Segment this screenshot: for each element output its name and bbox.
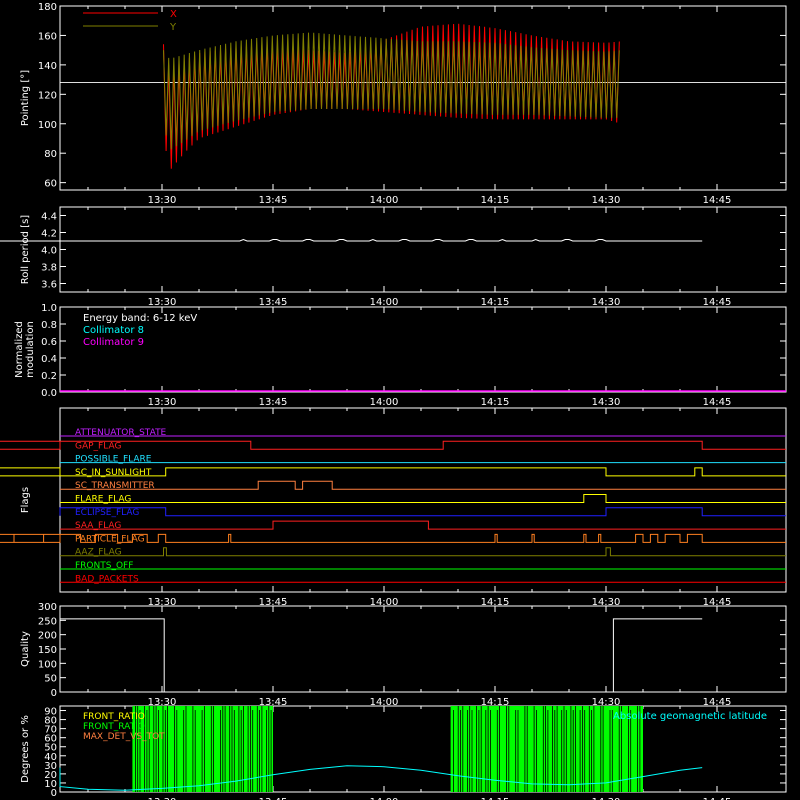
y-tick-label: 4.0 bbox=[41, 246, 57, 257]
x-tick-label: 14:15 bbox=[481, 195, 510, 206]
y-tick-label: 3.8 bbox=[41, 263, 57, 274]
flag-line bbox=[0, 533, 786, 543]
y-axis-label: modulation bbox=[25, 321, 36, 378]
y-axis-label: Quality bbox=[20, 631, 31, 667]
y-tick-label: 100 bbox=[38, 120, 57, 131]
y-tick-label: 180 bbox=[38, 2, 57, 13]
x-tick-label: 13:30 bbox=[148, 297, 177, 308]
x-tick-label: 14:00 bbox=[370, 297, 399, 308]
x-tick-label: 13:30 bbox=[148, 195, 177, 206]
y-axis-label: Normalized bbox=[14, 321, 25, 378]
y-tick-label: 90 bbox=[44, 707, 57, 718]
y-tick-label: 200 bbox=[38, 631, 57, 642]
x-tick-label: 14:30 bbox=[592, 297, 621, 308]
legend-label: Energy band: 6-12 keV bbox=[83, 313, 197, 324]
flag-label: GAP_FLAG bbox=[75, 441, 121, 451]
y-tick-label: 3.6 bbox=[41, 280, 57, 291]
y-tick-label: 0.8 bbox=[41, 320, 57, 331]
panel-1: 13:30 13:45 14:00 14:15 14:30 14:45 3.6 3.8 4.0 4… bbox=[0, 206, 787, 308]
legend-label: FRONT_RATIO bbox=[83, 722, 145, 732]
legend-label: Absolute geomagnetic latitude bbox=[613, 711, 767, 722]
y-tick-label: 250 bbox=[38, 616, 57, 627]
y-tick-label: 0.4 bbox=[41, 354, 57, 365]
panel-3: 13:30 13:45 14:00 14:15 14:30 14:45FlagsATTEN… bbox=[0, 407, 787, 608]
y-axis-label: Roll period [s] bbox=[20, 215, 31, 284]
flag-label: ECLIPSE_FLAG bbox=[75, 508, 139, 518]
y-axis-label: Pointing [°] bbox=[20, 70, 31, 126]
y-tick-label: 140 bbox=[38, 61, 57, 72]
flag-line bbox=[60, 494, 786, 503]
x-tick-label: 13:45 bbox=[259, 397, 288, 408]
flag-line bbox=[60, 547, 786, 557]
x-tick-label: 14:45 bbox=[703, 397, 732, 408]
x-tick-label: 14:15 bbox=[481, 397, 510, 408]
y-tick-label: 50 bbox=[44, 674, 57, 685]
y-tick-label: 300 bbox=[38, 602, 57, 613]
x-tick-label: 13:45 bbox=[259, 297, 288, 308]
y-axis-label: Degrees or % bbox=[20, 715, 31, 783]
chart: 13:30 13:45 14:00 14:15 14:30 14:45 60 80 100 120… bbox=[0, 0, 800, 800]
legend-label: Collimator 8 bbox=[83, 325, 144, 336]
y-tick-label: 160 bbox=[38, 31, 57, 42]
y-tick-label: 0.2 bbox=[41, 371, 57, 382]
x-tick-label: 14:30 bbox=[592, 195, 621, 206]
x-tick-label: 14:00 bbox=[370, 397, 399, 408]
x-tick-label: 13:45 bbox=[259, 195, 288, 206]
y-tick-label: 0.0 bbox=[41, 388, 57, 399]
flag-line bbox=[59, 507, 786, 517]
y-tick-label: 150 bbox=[38, 645, 57, 656]
y-tick-label: 80 bbox=[44, 149, 57, 160]
flag-line bbox=[60, 480, 786, 490]
panel-2: 13:30 13:45 14:00 14:15 14:30 14:45 0.0 0.2 0.4 0… bbox=[14, 303, 787, 408]
panel-4: 13:30 13:45 14:00 14:15 14:30 14:450501001502… bbox=[20, 602, 787, 708]
x-tick-label: 14:15 bbox=[481, 297, 510, 308]
x-tick-label: 14:45 bbox=[703, 195, 732, 206]
y-tick-label: 0.6 bbox=[41, 337, 57, 348]
legend-label: MAX_DET_VS_TOT bbox=[83, 732, 165, 742]
y-tick-label: 0 bbox=[51, 688, 57, 699]
flag-line bbox=[60, 520, 786, 530]
legend-label: Collimator 9 bbox=[83, 337, 144, 348]
y-tick-label: 4.2 bbox=[41, 229, 57, 240]
legend-label-x: X bbox=[170, 9, 177, 20]
x-tick-label: 14:00 bbox=[370, 195, 399, 206]
legend-label-y: Y bbox=[169, 22, 177, 33]
x-tick-label: 14:30 bbox=[592, 397, 621, 408]
y-tick-label: 1.0 bbox=[41, 303, 57, 314]
panel-frame bbox=[59, 206, 787, 293]
panel-5: 13:3013:4514:0014:1514:3014:450102030405… bbox=[20, 705, 787, 800]
y-axis-label: Flags bbox=[20, 487, 31, 513]
panel-0: 13:30 13:45 14:00 14:15 14:30 14:45 60 80 100 120… bbox=[20, 2, 787, 206]
x-tick-label: 14:45 bbox=[703, 297, 732, 308]
y-tick-label: 120 bbox=[38, 90, 57, 101]
x-tick-label: 13:30 bbox=[148, 397, 177, 408]
y-tick-label: 100 bbox=[38, 659, 57, 670]
y-tick-label: 4.4 bbox=[41, 212, 57, 223]
y-tick-label: 60 bbox=[44, 179, 57, 190]
roll-period-line bbox=[0, 238, 703, 242]
legend-label: FRONT_RATIO bbox=[83, 712, 145, 722]
quality-line bbox=[60, 618, 703, 693]
